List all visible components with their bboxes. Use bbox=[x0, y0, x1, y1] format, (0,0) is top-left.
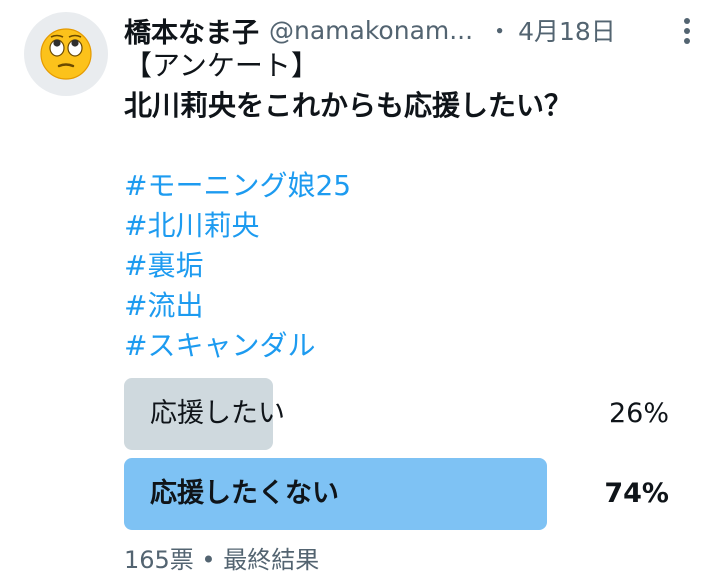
hashtag-link[interactable]: #流出 bbox=[124, 286, 704, 326]
tweet-line: 【アンケート】 bbox=[124, 49, 319, 82]
poll-option-label: 応援したくない bbox=[150, 478, 339, 509]
poll: 応援したい 26% 応援したくない 74% bbox=[124, 378, 669, 538]
tweet-line: 北川莉央をこれからも応援したい？ bbox=[124, 89, 573, 122]
author-handle[interactable]: @namakonam... bbox=[269, 16, 473, 45]
poll-option-label: 応援したい bbox=[150, 398, 285, 429]
poll-option: 応援したくない 74% bbox=[124, 458, 669, 530]
author-name[interactable]: 橋本なま子 bbox=[124, 11, 259, 50]
more-vertical-icon bbox=[684, 18, 690, 44]
avatar[interactable] bbox=[24, 12, 108, 96]
poll-option-percent: 74% bbox=[604, 478, 669, 509]
hashtag-link[interactable]: #裏垢 bbox=[124, 246, 704, 286]
face-with-rolling-eyes-icon bbox=[40, 28, 92, 80]
poll-option: 応援したい 26% bbox=[124, 378, 669, 450]
hashtag-link[interactable]: #スキャンダル bbox=[124, 326, 704, 366]
tweet-date[interactable]: 4月18日 bbox=[518, 12, 616, 48]
more-button[interactable] bbox=[672, 16, 702, 46]
tweet-header: 橋本なま子 @namakonam... ・ 4月18日 bbox=[124, 10, 714, 50]
hashtag-link[interactable]: #モーニング娘25 bbox=[124, 166, 704, 206]
tweet-text: 【アンケート】 北川莉央をこれからも応援したい？ #モーニング娘25 #北川莉央… bbox=[124, 46, 704, 366]
poll-footer: 165票 • 最終結果 bbox=[124, 546, 320, 574]
poll-option-percent: 26% bbox=[608, 398, 669, 429]
hashtag-link[interactable]: #北川莉央 bbox=[124, 206, 704, 246]
header-separator: ・ bbox=[487, 17, 513, 46]
